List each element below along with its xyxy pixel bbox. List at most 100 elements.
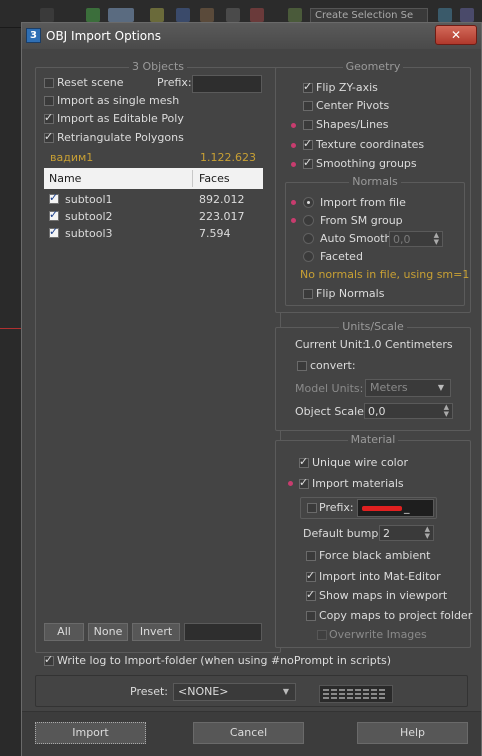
shapes-lines-label: Shapes/Lines [316, 118, 389, 131]
title-bar[interactable]: 3 OBJ Import Options ✕ [22, 23, 481, 49]
current-unit-label: Current Unit: [295, 338, 366, 351]
mirror-icon[interactable] [250, 8, 264, 22]
edit-named-selection-icon[interactable] [288, 8, 302, 22]
pin-icon [288, 481, 293, 486]
row-name: subtool2 [65, 210, 113, 223]
smoothing-groups-checkbox[interactable] [303, 156, 313, 169]
flip-normals-checkbox[interactable] [303, 289, 313, 299]
auto-smooth-spinner[interactable]: 0,0 ▲ ▼ [389, 231, 443, 247]
select-region-icon[interactable] [108, 8, 134, 22]
spinner-arrows-icon[interactable]: ▲ ▼ [434, 232, 439, 246]
write-log-label: Write log to Import-folder (when using #… [57, 654, 392, 667]
filter-input[interactable] [184, 623, 262, 641]
subtool1-checkbox[interactable] [49, 191, 59, 204]
snap-icon[interactable] [150, 8, 164, 22]
import-mat-editor-checkbox[interactable] [306, 569, 316, 582]
from-sm-group-label: From SM group [320, 214, 403, 227]
pin-icon [291, 162, 296, 167]
copy-maps-label: Copy maps to project folder [319, 609, 473, 622]
geometry-group-title: Geometry [342, 60, 404, 73]
normals-note: No normals in file, using sm=1 [300, 268, 470, 281]
copy-maps-checkbox[interactable] [306, 611, 316, 621]
reset-scene-label: Reset scene [57, 76, 124, 89]
select-none-button[interactable]: None [88, 623, 128, 641]
center-pivots-checkbox[interactable] [303, 101, 313, 111]
import-from-file-radio[interactable] [303, 197, 314, 208]
single-mesh-label: Import as single mesh [57, 94, 180, 107]
spinner-arrows-icon[interactable]: ▲ ▼ [425, 526, 430, 540]
unique-wire-label: Unique wire color [312, 456, 408, 469]
angle-snap-icon[interactable] [176, 8, 190, 22]
model-units-value: Meters [370, 381, 408, 394]
show-maps-checkbox[interactable] [306, 588, 316, 601]
import-materials-label: Import materials [312, 477, 404, 490]
force-black-checkbox[interactable] [306, 551, 316, 561]
unique-wire-checkbox[interactable] [299, 455, 309, 468]
close-button[interactable]: ✕ [435, 25, 477, 45]
reset-scene-checkbox[interactable] [44, 78, 54, 88]
app-icon: 3 [26, 28, 41, 43]
pin-icon [291, 123, 296, 128]
list-item[interactable]: subtool1 892.012 [44, 191, 263, 208]
tool-icon[interactable] [438, 8, 452, 22]
spinner-snap-icon[interactable] [226, 8, 240, 22]
tool-icon[interactable] [460, 8, 474, 22]
single-mesh-checkbox[interactable] [44, 96, 54, 106]
row-faces: 223.017 [199, 210, 245, 223]
material-prefix-checkbox[interactable] [307, 503, 317, 513]
object-scale-spinner[interactable]: 0,0 ▲ ▼ [364, 403, 453, 419]
shapes-lines-checkbox[interactable] [303, 120, 313, 130]
import-button[interactable]: Import [35, 722, 146, 744]
write-log-checkbox[interactable] [44, 653, 54, 666]
row-faces: 892.012 [199, 193, 245, 206]
objects-group-title: 3 Objects [128, 60, 188, 73]
invert-selection-button[interactable]: Invert [132, 623, 180, 641]
pin-icon [291, 218, 296, 223]
current-unit-value: 1.0 Centimeters [364, 338, 453, 351]
material-prefix-input[interactable]: _ [357, 499, 434, 517]
auto-smooth-radio[interactable] [303, 233, 314, 244]
default-bump-spinner[interactable]: 2 ▲ ▼ [379, 525, 434, 541]
overwrite-images-checkbox[interactable] [317, 630, 327, 640]
summary-name: вадим1 [50, 151, 94, 164]
select-all-button[interactable]: All [44, 623, 84, 641]
column-faces[interactable]: Faces [199, 172, 230, 185]
faceted-label: Faceted [320, 250, 363, 263]
texture-coords-checkbox[interactable] [303, 137, 313, 150]
auto-smooth-label: Auto Smooth: [320, 232, 396, 245]
auto-smooth-value: 0,0 [393, 233, 411, 246]
preset-select[interactable]: <NONE> ▼ [173, 683, 296, 701]
dropdown-arrow-icon[interactable] [40, 8, 54, 22]
dialog-title: OBJ Import Options [46, 29, 161, 43]
flip-zy-checkbox[interactable] [303, 80, 313, 93]
preset-manager-icon[interactable] [319, 685, 393, 703]
row-faces: 7.594 [199, 227, 231, 240]
center-pivots-label: Center Pivots [316, 99, 390, 112]
cancel-button[interactable]: Cancel [193, 722, 304, 744]
flip-zy-label: Flip ZY-axis [316, 81, 378, 94]
overwrite-images-label: Overwrite Images [329, 628, 427, 641]
list-item[interactable]: subtool3 7.594 [44, 225, 263, 242]
convert-checkbox[interactable] [297, 361, 307, 371]
default-bump-value: 2 [383, 527, 390, 540]
import-mat-editor-label: Import into Mat-Editor [319, 570, 441, 583]
import-materials-checkbox[interactable] [299, 476, 309, 489]
default-bump-label: Default bump: [303, 527, 383, 540]
texture-coords-label: Texture coordinates [316, 138, 425, 151]
row-name: subtool3 [65, 227, 113, 240]
subtool2-checkbox[interactable] [49, 208, 59, 221]
faceted-radio[interactable] [303, 251, 314, 262]
editable-poly-checkbox[interactable] [44, 111, 54, 124]
from-sm-group-radio[interactable] [303, 215, 314, 226]
spinner-arrows-icon[interactable]: ▲ ▼ [444, 404, 449, 418]
prefix-input[interactable] [192, 75, 262, 93]
model-units-select[interactable]: Meters ▼ [365, 379, 451, 397]
percent-snap-icon[interactable] [200, 8, 214, 22]
pin-icon [291, 143, 296, 148]
list-item[interactable]: subtool2 223.017 [44, 208, 263, 225]
subtool3-checkbox[interactable] [49, 225, 59, 238]
select-icon[interactable] [86, 8, 100, 22]
column-name[interactable]: Name [49, 172, 81, 185]
help-button[interactable]: Help [357, 722, 468, 744]
retriangulate-checkbox[interactable] [44, 130, 54, 143]
